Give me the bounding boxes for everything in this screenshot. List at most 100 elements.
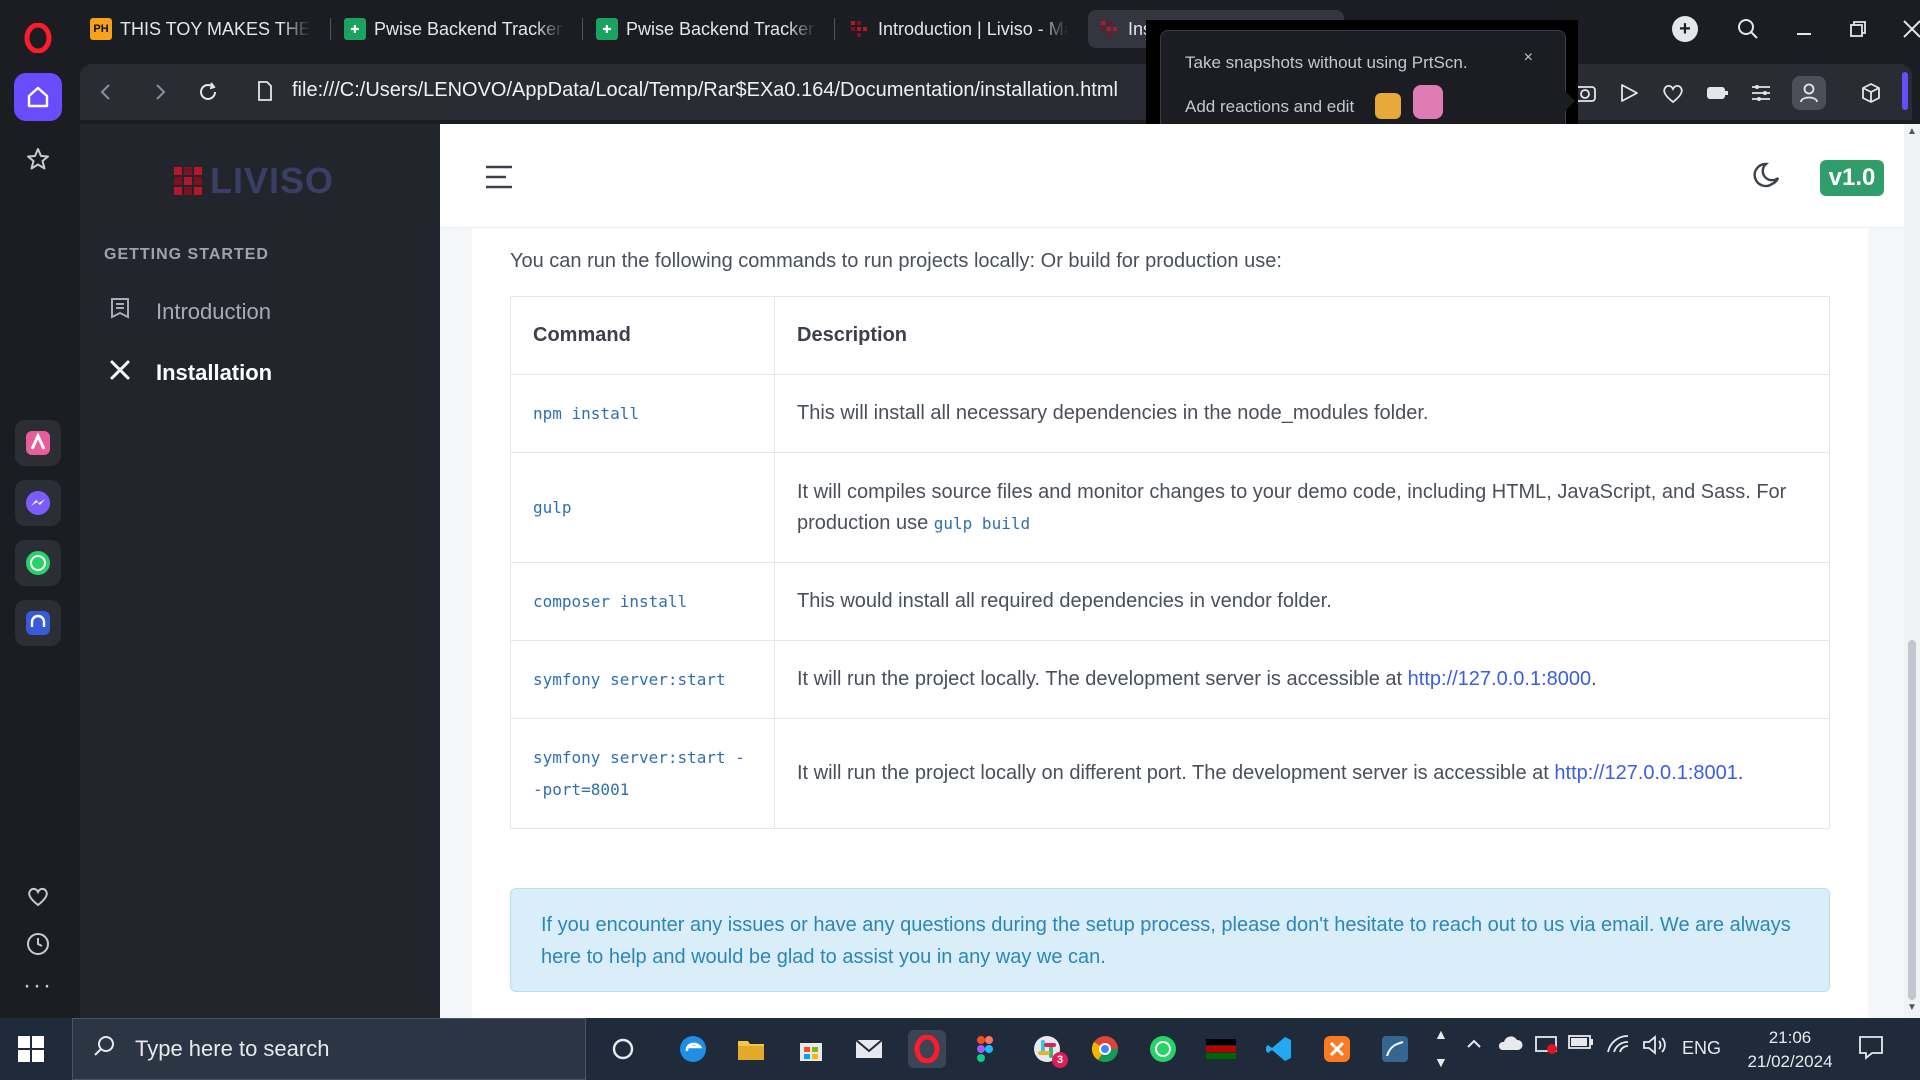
more-dots-icon[interactable]: ··· <box>14 962 62 1010</box>
taskbar-clock[interactable]: 21:06 21/02/2024 <box>1730 1026 1850 1074</box>
bookmarks-star-icon[interactable] <box>14 135 62 183</box>
show-hidden-icons-chevron-icon[interactable] <box>1464 1034 1484 1059</box>
heart-icon[interactable] <box>14 872 62 920</box>
search-tabs-icon[interactable] <box>1728 10 1768 48</box>
liviso-favicon-icon <box>848 18 870 40</box>
dark-mode-moon-icon[interactable] <box>1750 160 1782 197</box>
content-card: You can run the following commands to ru… <box>472 228 1868 1018</box>
description-text: It will run the project locally on diffe… <box>797 762 1555 784</box>
mail-icon[interactable] <box>850 1030 888 1068</box>
notification-badge: 3 <box>1052 1052 1068 1068</box>
tab-title: THIS TOY MAKES THE GOI <box>120 18 310 39</box>
vscode-icon[interactable] <box>1260 1030 1298 1068</box>
flag-app-icon[interactable] <box>1202 1030 1240 1068</box>
file-page-icon <box>256 80 274 107</box>
nav-section-title: GETTING STARTED <box>104 246 269 263</box>
minimize-icon[interactable] <box>1784 10 1824 48</box>
music-player-icon[interactable] <box>15 600 61 646</box>
file-explorer-icon[interactable] <box>732 1030 770 1068</box>
table-header-row: Command Description <box>510 296 1830 375</box>
table-row: composer install This would install all … <box>510 562 1830 641</box>
taskbar-search[interactable]: Type here to search <box>72 1018 586 1080</box>
address-bar: file:///C:/Users/LENOVO/AppData/Local/Te… <box>80 64 1912 120</box>
flow-send-icon[interactable] <box>1614 78 1644 108</box>
tab-3[interactable]: Introduction | Liviso - Mat <box>838 10 1078 48</box>
tab-separator <box>330 18 331 40</box>
xampp-icon[interactable] <box>1318 1030 1356 1068</box>
volume-speaker-icon[interactable] <box>1642 1034 1668 1061</box>
reaction-sticker-icon <box>1375 93 1401 119</box>
command-cell: symfony server:start --port=8001 <box>510 718 775 829</box>
clock-time: 21:06 <box>1768 1028 1812 1047</box>
column-header-description: Description <box>774 296 1830 375</box>
scroll-up-arrow-icon[interactable]: ▲ <box>1907 126 1917 137</box>
opera-taskbar-icon[interactable] <box>908 1030 946 1068</box>
extensions-cube-icon[interactable] <box>1856 78 1886 108</box>
tab-1[interactable]: ✚ Pwise Backend Tracker - G <box>334 10 574 48</box>
tab-separator <box>834 18 835 40</box>
sheets-favicon-icon: ✚ <box>596 18 618 40</box>
slack-icon[interactable]: 3 <box>1028 1030 1068 1068</box>
edge-browser-icon[interactable] <box>674 1030 712 1068</box>
menu-hamburger-icon[interactable] <box>484 164 514 195</box>
messenger-icon[interactable] <box>15 480 61 526</box>
tab-title: Introduction | Liviso - Mat <box>878 18 1068 39</box>
dev-server-link[interactable]: http://127.0.0.1:8000 <box>1408 668 1592 690</box>
wifi-icon[interactable] <box>1606 1034 1630 1059</box>
close-window-icon[interactable] <box>1892 10 1920 48</box>
whatsapp-taskbar-icon[interactable] <box>1144 1030 1182 1068</box>
document-icon <box>108 296 132 328</box>
url-field[interactable]: file:///C:/Users/LENOVO/AppData/Local/Te… <box>292 79 1118 102</box>
reload-icon[interactable] <box>194 78 222 106</box>
sidebar-item-label: Installation <box>156 360 273 385</box>
battery-saver-icon[interactable] <box>1702 78 1732 108</box>
liviso-logo[interactable]: LIVISO <box>174 160 334 202</box>
new-tab-plus-icon[interactable]: + <box>1672 16 1698 42</box>
sidebar-item-introduction[interactable]: Introduction <box>108 296 271 328</box>
back-chevron-icon[interactable] <box>92 78 120 106</box>
sidebar-item-installation[interactable]: Installation <box>108 358 272 388</box>
scroll-down-arrow-icon[interactable]: ▼ <box>1907 1002 1917 1013</box>
dev-server-link-alt-port[interactable]: http://127.0.0.1:8001 <box>1554 762 1738 784</box>
home-icon[interactable] <box>14 73 62 121</box>
popup-pointer <box>1565 91 1575 111</box>
tab-title: Pwise Backend Tracker - G <box>626 18 816 39</box>
security-tray-icon[interactable] <box>1534 1034 1558 1061</box>
windows-taskbar: Type here to search 3 ▲ ▼ ENG 21:06 21/0… <box>0 1018 1920 1080</box>
clock-date: 21/02/2024 <box>1747 1052 1833 1071</box>
notifications-icon[interactable] <box>1858 1034 1884 1065</box>
command-cell: gulp <box>510 452 775 563</box>
language-indicator[interactable]: ENG <box>1682 1038 1721 1059</box>
battery-icon[interactable] <box>1568 1034 1594 1055</box>
restore-icon[interactable] <box>1838 10 1878 48</box>
profile-avatar-icon[interactable] <box>1792 76 1826 110</box>
taskbar-scroll-arrows-icon[interactable]: ▲ ▼ <box>1434 1020 1448 1076</box>
easy-setup-icon[interactable] <box>1746 78 1776 108</box>
close-icon[interactable]: × <box>1524 49 1533 67</box>
description-cell: This would install all required dependen… <box>774 562 1830 641</box>
opera-logo-icon[interactable] <box>14 14 62 62</box>
snapshot-tip-text: Take snapshots without using PrtScn. <box>1185 53 1468 72</box>
figma-icon[interactable] <box>966 1030 1004 1068</box>
tab-0[interactable]: PH THIS TOY MAKES THE GOI <box>80 10 320 48</box>
scrollbar-thumb[interactable] <box>1908 640 1916 1000</box>
whatsapp-icon[interactable] <box>15 540 61 586</box>
sheets-favicon-icon: ✚ <box>344 18 366 40</box>
tab-2[interactable]: ✚ Pwise Backend Tracker - G <box>586 10 826 48</box>
sidebar-item-label: Introduction <box>156 299 271 324</box>
cortana-circle-icon[interactable] <box>604 1030 642 1068</box>
history-clock-icon[interactable] <box>14 920 62 968</box>
mysql-workbench-icon[interactable] <box>1376 1030 1414 1068</box>
docs-main: v1.0 You can run the following commands … <box>440 124 1904 1018</box>
inline-code: gulp build <box>933 513 1031 533</box>
page-scrollbar[interactable]: ▲ ▼ <box>1904 124 1920 1018</box>
onedrive-cloud-icon[interactable] <box>1496 1034 1524 1059</box>
aria-ai-icon[interactable] <box>15 420 61 466</box>
chrome-icon[interactable] <box>1086 1030 1124 1068</box>
search-icon <box>93 1034 117 1064</box>
heart-icon[interactable] <box>1658 78 1688 108</box>
microsoft-store-icon[interactable] <box>792 1030 830 1068</box>
windows-start-icon[interactable] <box>18 1036 44 1062</box>
command-cell: symfony server:start <box>510 640 775 719</box>
forward-chevron-icon[interactable] <box>146 78 174 106</box>
